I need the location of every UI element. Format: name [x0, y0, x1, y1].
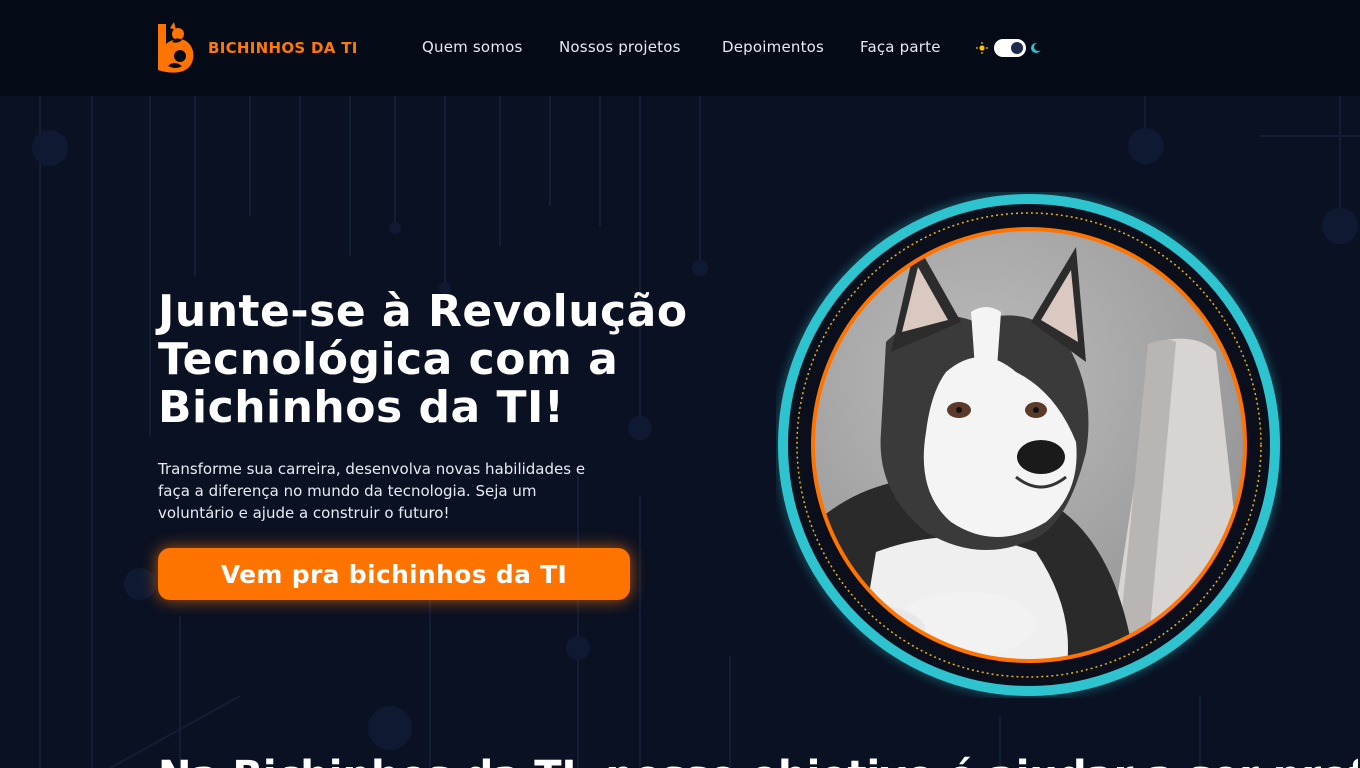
join-cta-button[interactable]: Vem pra bichinhos da TI	[158, 548, 630, 600]
nav-link-nossos-projetos[interactable]: Nossos projetos	[559, 38, 681, 56]
section-heading-partial: Na Bichinhos da TI, nosso objetivo é aju…	[158, 752, 1358, 768]
brand-name: BICHINHOS DA TI	[208, 39, 358, 57]
hero-dog-image	[778, 194, 1280, 696]
hero-title-line: Junte-se à Revolução	[158, 286, 688, 337]
hero-title: Junte-se à Revolução Tecnológica com a B…	[158, 288, 758, 432]
nav-link-faca-parte[interactable]: Faça parte	[860, 38, 941, 56]
hero-subtitle: Transforme sua carreira, desenvolva nova…	[158, 458, 648, 524]
hero-subtitle-line: Transforme sua carreira, desenvolva nova…	[158, 460, 586, 478]
nav-link-quem-somos[interactable]: Quem somos	[422, 38, 523, 56]
hero-title-line: Tecnológica com a	[158, 334, 619, 385]
hero-title-line: Bichinhos da TI!	[158, 382, 565, 433]
sun-icon	[976, 42, 988, 54]
top-navbar: BICHINHOS DA TI Quem somos Nossos projet…	[0, 0, 1360, 96]
toggle-knob	[1011, 42, 1023, 54]
bichinhos-logo-icon	[158, 22, 194, 73]
brand-logo[interactable]: BICHINHOS DA TI	[156, 22, 366, 74]
nav-link-depoimentos[interactable]: Depoimentos	[722, 38, 824, 56]
hero-subtitle-line: voluntário e ajude a construir o futuro!	[158, 504, 450, 522]
theme-toggle-switch[interactable]	[994, 39, 1026, 57]
moon-icon	[1031, 43, 1042, 53]
theme-toggle[interactable]	[976, 38, 1042, 58]
hero-subtitle-line: faça a diferença no mundo da tecnologia.…	[158, 482, 537, 500]
